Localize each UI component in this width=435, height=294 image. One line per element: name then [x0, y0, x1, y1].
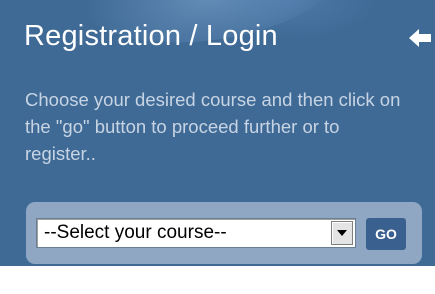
- course-select-value: --Select your course--: [44, 222, 227, 243]
- chevron-down-icon[interactable]: [331, 221, 353, 245]
- registration-login-panel: Registration / Login Choose your desired…: [0, 0, 435, 266]
- back-arrow-icon[interactable]: [409, 28, 431, 48]
- panel-title: Registration / Login: [24, 20, 278, 52]
- course-select[interactable]: --Select your course--: [36, 218, 356, 248]
- go-button[interactable]: GO: [366, 218, 406, 250]
- instructions-text: Choose your desired course and then clic…: [25, 89, 401, 164]
- course-form: --Select your course-- GO: [26, 202, 422, 264]
